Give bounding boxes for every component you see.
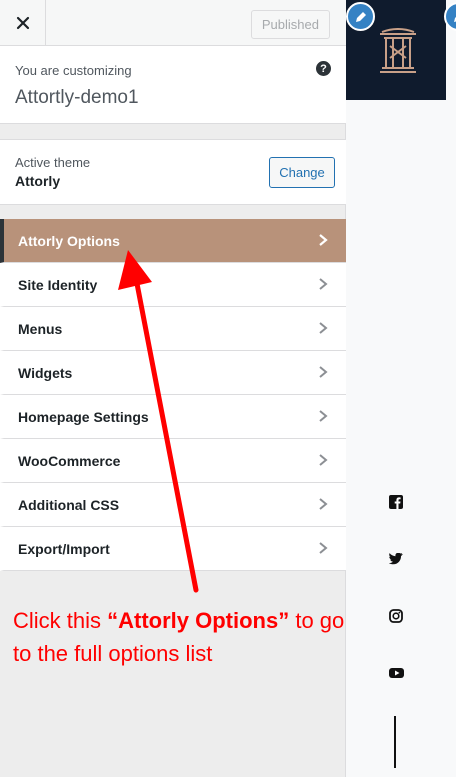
site-logo [376,28,420,83]
pencil-icon [355,11,366,22]
decorative-line [394,716,396,768]
site-preview [346,0,456,777]
edit-shortcut-button[interactable] [346,2,375,31]
pencil-icon [453,16,456,22]
facebook-icon[interactable] [388,494,404,510]
instagram-icon[interactable] [388,608,404,624]
twitter-icon[interactable] [388,551,404,567]
youtube-icon[interactable] [388,665,404,681]
annotation-arrow [118,250,199,593]
